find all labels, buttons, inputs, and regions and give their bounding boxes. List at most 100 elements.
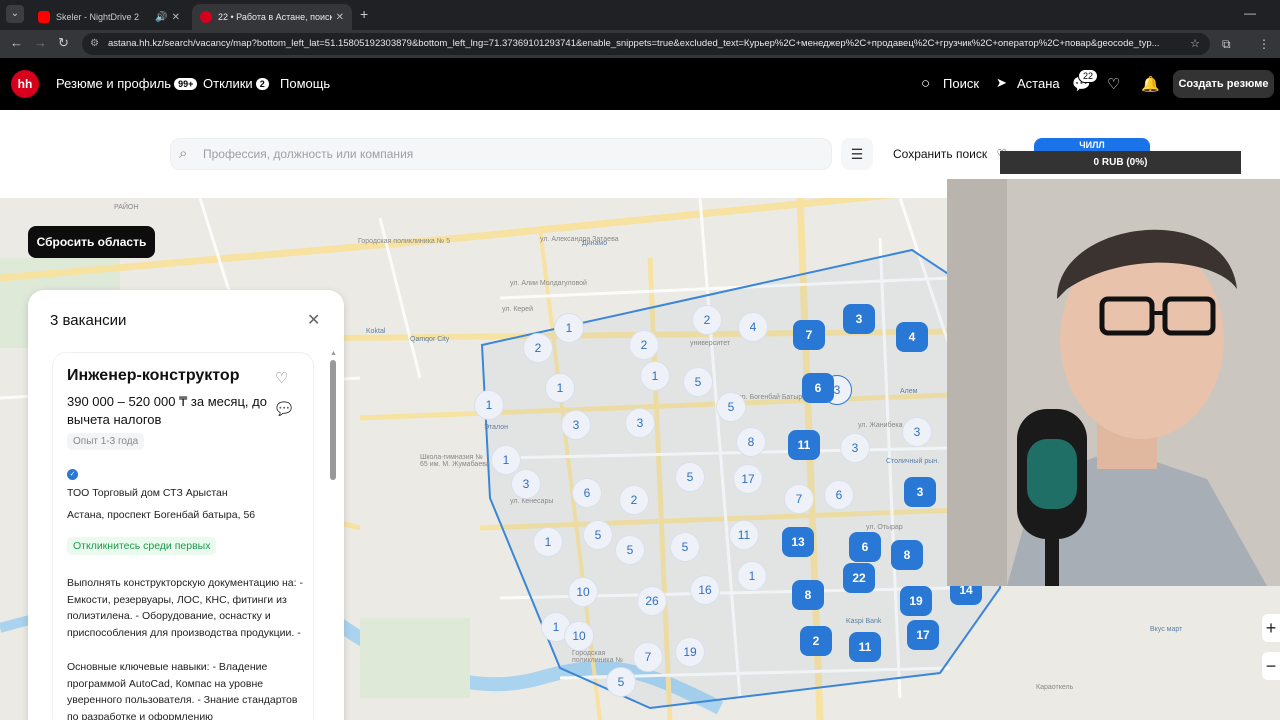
forward-icon[interactable]: → <box>34 35 47 50</box>
map-cluster[interactable]: 2 <box>619 485 649 515</box>
map-label-vkus: Вкус март <box>1150 626 1183 633</box>
map-cluster[interactable]: 1 <box>554 313 584 343</box>
map-cluster[interactable]: 3 <box>561 410 591 440</box>
map-cluster-active[interactable]: 11 <box>849 632 881 662</box>
map-cluster[interactable]: 4 <box>738 312 768 342</box>
extensions-icon[interactable]: ⧉ <box>1222 37 1231 52</box>
nav-responses[interactable]: Отклики 2 <box>203 76 269 91</box>
search-icon[interactable]: ○ <box>921 75 930 92</box>
map-cluster[interactable]: 11 <box>729 520 759 550</box>
header-search-link[interactable]: Поиск <box>943 76 979 91</box>
map-cluster[interactable]: 3 <box>840 433 870 463</box>
search-input[interactable] <box>203 139 803 169</box>
browser-tab-1[interactable]: Skeler - NightDrive 2 🔊 ✕ <box>30 4 188 30</box>
map-cluster-active[interactable]: 2 <box>800 626 832 656</box>
browser-tab-2[interactable]: 22 • Работа в Астане, поиск п ✕ <box>192 4 352 30</box>
map-cluster[interactable]: 1 <box>533 527 563 557</box>
address-bar[interactable]: ⚙ astana.hh.kz/search/vacancy/map?bottom… <box>82 33 1210 55</box>
menu-kebab-icon[interactable]: ⋮ <box>1258 37 1270 51</box>
search-box[interactable]: ⌕ <box>170 138 832 170</box>
map-cluster[interactable]: 2 <box>629 330 659 360</box>
save-search-button[interactable]: Сохранить поиск ♡ <box>893 147 1007 161</box>
minimize-icon[interactable]: — <box>1244 6 1256 20</box>
map-cluster[interactable]: 16 <box>690 575 720 605</box>
zoom-out-button[interactable]: − <box>1262 652 1280 680</box>
location-arrow-icon[interactable]: ➤ <box>996 75 1007 91</box>
map-label-alem: Алем <box>900 388 918 395</box>
map-cluster[interactable]: 17 <box>733 464 763 494</box>
vacancy-card[interactable]: Инженер-конструктор ♡ 💬 390 000 – 520 00… <box>52 352 314 720</box>
site-header: hh Резюме и профиль 99+ Отклики 2 Помощь ○… <box>0 58 1280 110</box>
map-cluster-active[interactable]: 3 <box>904 477 936 507</box>
map-cluster-active[interactable]: 6 <box>849 532 881 562</box>
map-cluster[interactable]: 3 <box>902 417 932 447</box>
map-cluster[interactable]: 6 <box>572 478 602 508</box>
map-cluster-active[interactable]: 7 <box>793 320 825 350</box>
map-cluster[interactable]: 3 <box>511 469 541 499</box>
map-cluster-active[interactable]: 13 <box>782 527 814 557</box>
tab-search-icon[interactable]: ⌄ <box>6 5 24 23</box>
close-tab-icon[interactable]: ✕ <box>336 12 344 23</box>
panel-scrollbar[interactable]: ▲ <box>330 350 337 720</box>
map-cluster-active[interactable]: 8 <box>891 540 923 570</box>
map-cluster[interactable]: 5 <box>683 367 713 397</box>
map-cluster[interactable]: 19 <box>675 637 705 667</box>
filters-button[interactable]: ☰ <box>841 138 873 170</box>
map-cluster[interactable]: 1 <box>640 361 670 391</box>
map-cluster[interactable]: 5 <box>583 520 613 550</box>
close-icon[interactable]: ✕ <box>307 310 320 330</box>
map-cluster[interactable]: 7 <box>633 642 663 672</box>
map-cluster-active[interactable]: 3 <box>843 304 875 334</box>
map-cluster[interactable]: 1 <box>474 390 504 420</box>
map-cluster-active[interactable]: 11 <box>788 430 820 460</box>
map-label-etalon: Эталон <box>484 424 508 431</box>
comment-icon[interactable]: 💬 <box>276 401 292 417</box>
map-cluster[interactable]: 7 <box>784 484 814 514</box>
map-cluster-active[interactable]: 17 <box>907 620 939 650</box>
nav-resume-profile[interactable]: Резюме и профиль 99+ <box>56 76 198 91</box>
map-cluster-active[interactable]: 8 <box>792 580 824 610</box>
map-cluster[interactable]: 10 <box>564 621 594 651</box>
map-cluster-active[interactable]: 6 <box>802 373 834 403</box>
nav-help[interactable]: Помощь <box>280 76 330 91</box>
vacancy-title[interactable]: Инженер-конструктор <box>67 367 239 385</box>
map-cluster-active[interactable]: 4 <box>896 322 928 352</box>
bell-icon[interactable]: 🔔 <box>1141 75 1160 93</box>
favorite-heart-icon[interactable]: ♡ <box>275 369 288 387</box>
site-settings-icon[interactable]: ⚙ <box>90 33 99 55</box>
map-cluster[interactable]: 5 <box>675 462 705 492</box>
map-cluster[interactable]: 10 <box>568 577 598 607</box>
create-resume-button[interactable]: Создать резюме <box>1173 70 1274 98</box>
map-cluster[interactable]: 5 <box>606 667 636 697</box>
map-cluster[interactable]: 26 <box>637 586 667 616</box>
zoom-in-button[interactable]: + <box>1262 614 1280 642</box>
back-icon[interactable]: ← <box>10 35 23 50</box>
favorites-heart-icon[interactable]: ♡ <box>1107 75 1120 93</box>
scroll-up-icon[interactable]: ▲ <box>330 350 337 357</box>
city-link[interactable]: Астана <box>1017 76 1060 91</box>
map-cluster-active[interactable]: 19 <box>900 586 932 616</box>
bookmark-star-icon[interactable]: ☆ <box>1190 33 1200 55</box>
map-cluster-active[interactable]: 22 <box>843 563 875 593</box>
map-cluster[interactable]: 5 <box>716 392 746 422</box>
map-cluster[interactable]: 2 <box>692 305 722 335</box>
map-cluster[interactable]: 5 <box>670 532 700 562</box>
speaker-icon[interactable]: 🔊 <box>155 12 167 23</box>
map-cluster[interactable]: 1 <box>491 445 521 475</box>
reset-area-button[interactable]: Сбросить область <box>28 226 155 258</box>
map-cluster[interactable]: 5 <box>615 535 645 565</box>
map-cluster[interactable]: 3 <box>625 408 655 438</box>
map-cluster[interactable]: 1 <box>545 373 575 403</box>
scroll-thumb[interactable] <box>330 360 336 480</box>
hh-logo[interactable]: hh <box>11 70 39 98</box>
map-cluster[interactable]: 6 <box>824 480 854 510</box>
company-name[interactable]: ТОО Торговый дом СТЗ Арыстан <box>67 487 228 499</box>
reload-icon[interactable]: ↻ <box>58 35 69 51</box>
map-cluster[interactable]: 1 <box>737 561 767 591</box>
vacancy-skills: Основные ключевые навыки: - Владение про… <box>67 661 298 720</box>
overlay-chill-button[interactable]: ЧИЛЛ <box>1034 138 1150 152</box>
map-cluster[interactable]: 8 <box>736 427 766 457</box>
close-tab-icon[interactable]: ✕ <box>172 12 180 23</box>
new-tab-icon[interactable]: + <box>360 6 368 22</box>
map-cluster[interactable]: 2 <box>523 333 553 363</box>
